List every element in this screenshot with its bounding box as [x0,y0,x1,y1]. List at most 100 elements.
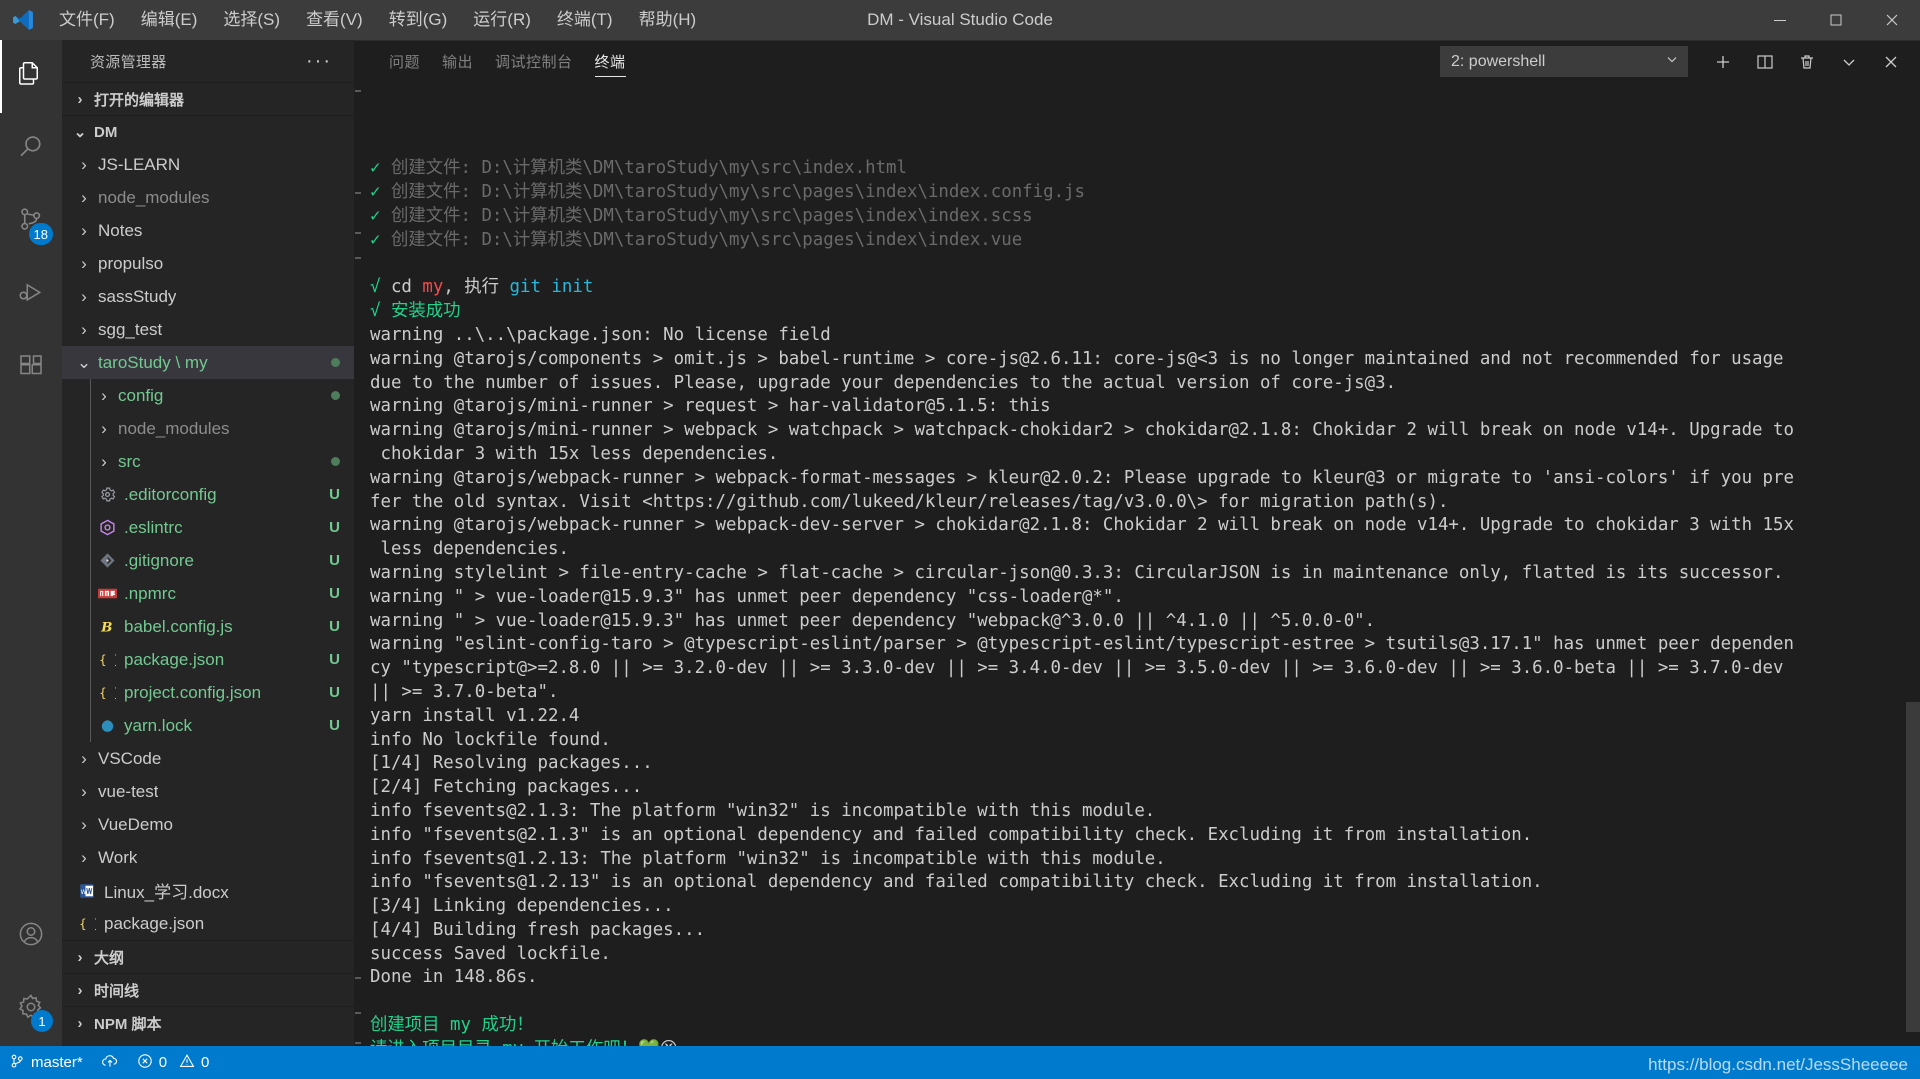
panel-more-button[interactable] [1828,41,1870,83]
tree-folder-row[interactable]: › vue-test [62,775,354,808]
tree-file-row[interactable]: { } package.json U [62,643,354,676]
tree-folder-row[interactable]: › node_modules [62,412,354,445]
terminal-line: warning " > vue-loader@15.9.3" has unmet… [370,610,1920,634]
terminal-text: info fsevents@1.2.13: The platform "win3… [370,848,1166,869]
terminal-text: info No lockfile found. [370,729,611,750]
tree-folder-row[interactable]: ⌄ taroStudy \ my [62,346,354,379]
close-button[interactable] [1864,0,1920,40]
menu-bar[interactable]: 文件(F) 编辑(E) 选择(S) 查看(V) 转到(G) 运行(R) 终端(T… [46,3,709,37]
menu-edit[interactable]: 编辑(E) [128,3,211,37]
tree-folder-row[interactable]: › Work [62,841,354,874]
tab-debug-console[interactable]: 调试控制台 [484,41,584,83]
section-outline-label: 大纲 [94,949,125,967]
status-sync[interactable] [92,1046,128,1079]
terminal-text: Done in 148.86s. [370,967,538,988]
tree-folder-row[interactable]: › VSCode [62,742,354,775]
watermark-text: https://blog.csdn.net/JessSheeeee [1648,1055,1908,1074]
terminal-line: chokidar 3 with 15x less dependencies. [370,443,1920,467]
extensions-icon [16,351,46,386]
terminal-text: 创建文件: D:\计算机类\DM\taroStudy\my\src\index.… [390,158,908,179]
terminal-text: warning "eslint-config-taro > @typescrip… [370,634,1794,655]
tree-file-row[interactable]: { } project.config.json U [62,676,354,709]
activity-account[interactable] [0,900,62,973]
tree-folder-row[interactable]: › node_modules [62,181,354,214]
activity-run-debug[interactable] [0,259,62,332]
git-status-badge: U [329,651,340,668]
minimize-button[interactable] [1752,0,1808,40]
new-terminal-button[interactable] [1702,41,1744,83]
maximize-button[interactable] [1808,0,1864,40]
terminal-line: success Saved lockfile. [370,943,1920,967]
run-debug-icon [16,278,46,313]
terminal-line: warning stylelint > file-entry-cache > f… [370,562,1920,586]
tree-file-row[interactable]: W Linux_学习.docx [62,874,354,907]
activity-extensions[interactable] [0,332,62,405]
svg-text:B: B [100,619,112,635]
terminal-text: warning " > vue-loader@15.9.3" has unmet… [370,586,1124,607]
close-panel-button[interactable] [1870,41,1912,83]
tree-folder-row[interactable]: › src [62,445,354,478]
tree-file-row[interactable]: .eslintrc U [62,511,354,544]
tree-folder-row[interactable]: › sgg_test [62,313,354,346]
tree-item-label: VueDemo [98,814,173,834]
status-branch[interactable]: master* [0,1046,92,1079]
tree-folder-row[interactable]: › propulso [62,247,354,280]
activity-manage[interactable]: 1 [0,973,62,1046]
terminal-scrollbar[interactable] [1906,82,1920,1046]
sidebar-more-actions-icon[interactable]: ··· [306,51,332,71]
chevron-right-icon: › [81,286,87,306]
status-problems[interactable]: 0 0 [128,1046,219,1079]
tree-file-row[interactable]: Bbabel.config.js U [62,610,354,643]
menu-file[interactable]: 文件(F) [46,3,128,37]
terminal-line: warning ..\..\package.json: No license f… [370,324,1920,348]
tree-folder-row[interactable]: › Notes [62,214,354,247]
terminal-text: [4/4] Building fresh packages... [370,919,706,940]
tree-file-row[interactable]: .npmrc U [62,577,354,610]
section-open-editors[interactable]: › 打开的编辑器 [62,82,354,115]
git-status-badge: U [329,552,340,569]
terminal-text: success Saved lockfile. [370,943,611,964]
menu-go[interactable]: 转到(G) [376,3,461,37]
status-bar: master* 0 0 https://blog.csdn.net/JessSh… [0,1046,1920,1079]
menu-terminal[interactable]: 终端(T) [544,3,626,37]
terminal-view[interactable]: ✓ 创建文件: D:\计算机类\DM\taroStudy\my\src\inde… [354,82,1920,1046]
yarn-file-icon [94,717,120,734]
menu-selection[interactable]: 选择(S) [210,3,293,37]
menu-run[interactable]: 运行(R) [460,3,544,37]
tree-file-row[interactable]: yarn.lock U [62,709,354,742]
activity-explorer[interactable] [0,40,62,113]
tree-folder-row[interactable]: › JS-LEARN [62,148,354,181]
tree-folder-row[interactable]: › config [62,379,354,412]
menu-help[interactable]: 帮助(H) [626,3,710,37]
terminal-selector[interactable]: 2: powershell [1440,46,1688,77]
menu-view[interactable]: 查看(V) [293,3,376,37]
terminal-line: || >= 3.7.0-beta". [370,681,1920,705]
tree-file-row[interactable]: { } package.json [62,907,354,940]
terminal-line: info "fsevents@1.2.13" is an optional de… [370,871,1920,895]
chevron-right-icon: › [81,253,87,273]
file-tree[interactable]: › JS-LEARN › node_modules › Notes › propulso › sa… [62,148,354,940]
section-folder-dm[interactable]: ⌄ DM [62,115,354,148]
tab-problems[interactable]: 问题 [378,41,431,83]
tab-output[interactable]: 输出 [431,41,484,83]
tree-item-label: Linux_学习.docx [104,883,229,902]
activity-search[interactable] [0,113,62,186]
split-terminal-button[interactable] [1744,41,1786,83]
tree-item-label: propulso [98,253,164,273]
activity-source-control[interactable]: 18 [0,186,62,259]
section-outline[interactable]: › 大纲 [62,940,354,973]
terminal-line: [1/4] Resolving packages... [370,752,1920,776]
kill-terminal-button[interactable] [1786,41,1828,83]
terminal-scrollbar-thumb[interactable] [1906,702,1920,1032]
tree-file-row[interactable]: .gitignore U [62,544,354,577]
terminal-line: warning @tarojs/webpack-runner > webpack… [370,467,1920,491]
tree-folder-row[interactable]: › sassStudy [62,280,354,313]
section-timeline[interactable]: › 时间线 [62,973,354,1006]
terminal-text: [2/4] Fetching packages... [370,777,643,798]
tree-file-row[interactable]: .editorconfig U [62,478,354,511]
section-npm-scripts[interactable]: › NPM 脚本 [62,1006,354,1039]
tree-folder-row[interactable]: › VueDemo [62,808,354,841]
terminal-text: , 执行 [443,277,510,298]
chevron-right-icon: › [81,319,87,339]
tab-terminal[interactable]: 终端 [584,41,637,83]
